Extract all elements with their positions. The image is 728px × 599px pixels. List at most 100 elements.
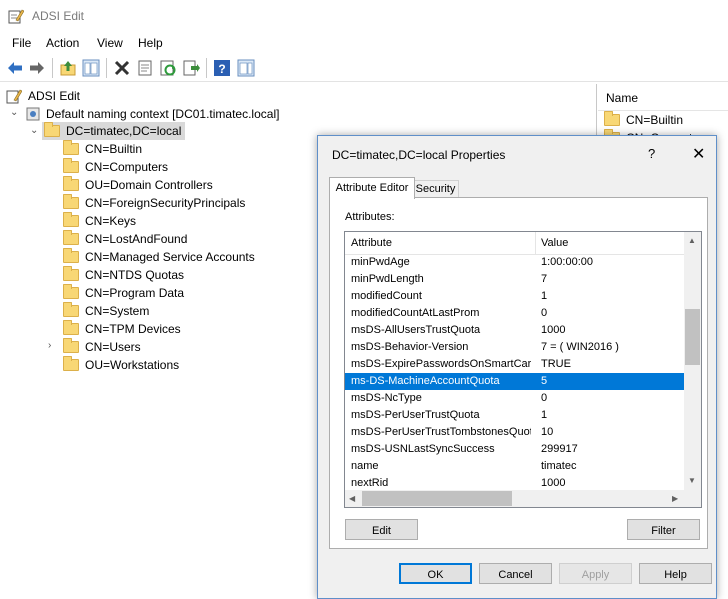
title-bar: ADSI Edit: [0, 0, 728, 32]
toolbar-separator: [52, 58, 53, 78]
menu-bar: File Action View Help: [0, 33, 728, 53]
attribute-name-cell: minPwdLength: [351, 273, 424, 285]
attribute-row[interactable]: msDS-Behavior-Version 7 = ( WIN2016 ): [345, 339, 684, 356]
attribute-name-cell: msDS-ExpirePasswordsOnSmartCar...: [351, 358, 531, 370]
scrollbar-corner: [684, 490, 701, 507]
up-folder-icon[interactable]: [59, 59, 77, 77]
vertical-scroll-thumb[interactable]: [685, 309, 700, 365]
tree-item-child[interactable]: CN=Users: [63, 338, 141, 356]
attribute-row-selected[interactable]: ms-DS-MachineAccountQuota 5: [345, 373, 684, 390]
attribute-row[interactable]: modifiedCountAtLastProm 0: [345, 305, 684, 322]
folder-icon: [63, 140, 79, 155]
tab-security[interactable]: Security: [413, 180, 459, 198]
chevron-right-icon[interactable]: ›: [48, 340, 51, 351]
attribute-row[interactable]: minPwdAge 1:00:00:00: [345, 254, 684, 271]
horizontal-scrollbar[interactable]: ◀ ▶: [345, 490, 684, 507]
column-header-value[interactable]: Value: [535, 232, 684, 254]
tree-item-child[interactable]: CN=LostAndFound: [63, 230, 187, 248]
help-button[interactable]: Help: [639, 563, 712, 584]
domain-label: DC=timatec,DC=local: [66, 124, 182, 138]
column-header-attribute[interactable]: Attribute: [345, 232, 535, 254]
attribute-value-cell: 0: [541, 392, 548, 404]
attribute-value-cell: 1: [541, 290, 548, 302]
attribute-value-cell: 7 = ( WIN2016 ): [541, 341, 619, 353]
attribute-row[interactable]: minPwdLength 7: [345, 271, 684, 288]
tree-item-label: CN=System: [85, 304, 150, 318]
attribute-value-cell: 1000: [541, 324, 566, 336]
list-item[interactable]: CN=Builtin: [604, 111, 683, 129]
tree-item-child[interactable]: CN=Computers: [63, 158, 168, 176]
back-arrow-icon[interactable]: [6, 59, 24, 77]
filter-button[interactable]: Filter: [627, 519, 700, 540]
menu-help[interactable]: Help: [138, 36, 163, 50]
tree-item-domain[interactable]: DC=timatec,DC=local: [42, 122, 186, 140]
attribute-name-cell: msDS-USNLastSyncSuccess: [351, 443, 495, 455]
scroll-right-icon[interactable]: ▶: [672, 494, 678, 503]
tree-item-child[interactable]: OU=Workstations: [63, 356, 179, 374]
tree-item-child[interactable]: CN=Builtin: [63, 140, 142, 158]
edit-button[interactable]: Edit: [345, 519, 418, 540]
column-header-name[interactable]: Name: [606, 91, 638, 105]
attribute-value-cell: 1:00:00:00: [541, 256, 593, 268]
tree-item-naming-context[interactable]: Default naming context [DC01.timatec.loc…: [26, 105, 279, 123]
properties-icon[interactable]: [136, 59, 154, 77]
tree-item-label: CN=Builtin: [85, 142, 143, 156]
properties-dialog: DC=timatec,DC=local Properties ? ✕ Attri…: [317, 135, 717, 599]
attribute-name-cell: modifiedCountAtLastProm: [351, 307, 480, 319]
tab-attribute-editor[interactable]: Attribute Editor: [329, 177, 415, 199]
tree-root-adsi-edit[interactable]: ADSI Edit: [6, 87, 80, 105]
attributes-list: Attribute Value minPwdAge 1:00:00:00 minPw…: [344, 231, 702, 508]
delete-icon[interactable]: [113, 59, 131, 77]
window-title: ADSI Edit: [32, 9, 85, 23]
folder-icon: [63, 338, 79, 353]
menu-file[interactable]: File: [12, 36, 31, 50]
apply-button[interactable]: Apply: [559, 563, 632, 584]
help-icon[interactable]: ?: [213, 59, 231, 77]
tree-item-child[interactable]: CN=Keys: [63, 212, 136, 230]
menu-action[interactable]: Action: [46, 36, 79, 50]
horizontal-scroll-thumb[interactable]: [362, 491, 512, 506]
attribute-value-cell: 299917: [541, 443, 578, 455]
ok-button[interactable]: OK: [399, 563, 472, 584]
attribute-row[interactable]: modifiedCount 1: [345, 288, 684, 305]
tree-item-label: CN=LostAndFound: [85, 232, 188, 246]
attribute-value-cell: 7: [541, 273, 548, 285]
tree-item-child[interactable]: CN=TPM Devices: [63, 320, 181, 338]
show-hide-action-pane-icon[interactable]: [237, 59, 255, 77]
tree-item-child[interactable]: CN=Program Data: [63, 284, 184, 302]
folder-icon: [63, 248, 79, 263]
naming-context-label: Default naming context [DC01.timatec.loc…: [46, 107, 280, 121]
tree-item-child[interactable]: CN=ForeignSecurityPrincipals: [63, 194, 245, 212]
chevron-down-icon[interactable]: ⌄: [30, 125, 38, 136]
menu-view[interactable]: View: [97, 36, 123, 50]
tree-item-child[interactable]: CN=System: [63, 302, 149, 320]
tree-item-child[interactable]: CN=Managed Service Accounts: [63, 248, 255, 266]
attribute-value-cell: 10: [541, 426, 554, 438]
attribute-row[interactable]: msDS-PerUserTrustQuota 1: [345, 407, 684, 424]
attribute-row[interactable]: msDS-PerUserTrustTombstonesQuota 10: [345, 424, 684, 441]
forward-arrow-icon[interactable]: [28, 59, 46, 77]
scroll-up-icon[interactable]: ▲: [688, 236, 696, 245]
scroll-down-icon[interactable]: ▼: [688, 476, 696, 485]
tree-item-child[interactable]: OU=Domain Controllers: [63, 176, 213, 194]
list-item-label: CN=Builtin: [626, 113, 684, 127]
refresh-icon[interactable]: [159, 59, 177, 77]
chevron-down-icon[interactable]: ⌄: [10, 107, 18, 118]
help-icon[interactable]: ?: [648, 146, 655, 161]
folder-icon: [63, 266, 79, 281]
attribute-name-cell: minPwdAge: [351, 256, 410, 268]
attribute-row[interactable]: msDS-USNLastSyncSuccess 299917: [345, 441, 684, 458]
tree-item-label: CN=Keys: [85, 214, 137, 228]
attribute-row[interactable]: msDS-ExpirePasswordsOnSmartCar... TRUE: [345, 356, 684, 373]
vertical-scrollbar[interactable]: ▲ ▼: [684, 232, 701, 490]
tree-item-child[interactable]: CN=NTDS Quotas: [63, 266, 184, 284]
scroll-left-icon[interactable]: ◀: [349, 494, 355, 503]
cancel-button[interactable]: Cancel: [479, 563, 552, 584]
attribute-row[interactable]: msDS-NcType 0: [345, 390, 684, 407]
folder-icon: [63, 302, 79, 317]
show-hide-tree-icon[interactable]: [82, 59, 100, 77]
close-icon[interactable]: ✕: [692, 144, 705, 164]
attribute-row[interactable]: msDS-AllUsersTrustQuota 1000: [345, 322, 684, 339]
export-list-icon[interactable]: [182, 59, 200, 77]
attribute-row[interactable]: name timatec: [345, 458, 684, 475]
